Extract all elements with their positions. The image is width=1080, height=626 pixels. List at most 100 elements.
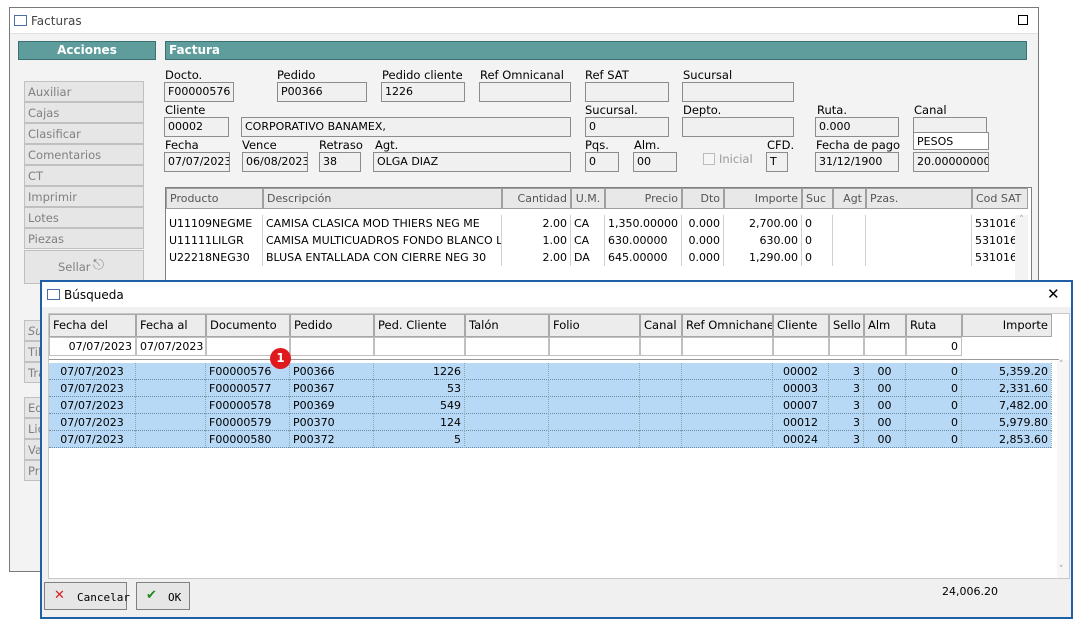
col-alm[interactable]: Alm — [864, 314, 906, 337]
cell-suc: 0 — [802, 249, 833, 266]
ruta-field[interactable]: 0.000 — [815, 117, 899, 137]
filter-ruta-input[interactable]: 0 — [906, 337, 962, 356]
sucursal-field[interactable] — [682, 82, 794, 102]
ref-omnicanal-field[interactable] — [479, 82, 571, 102]
cell-importe: 7,482.00 — [962, 397, 1052, 414]
tipo-cambio-field[interactable]: 20.00000000 — [913, 152, 989, 172]
scroll-up-icon[interactable]: ˄ — [1059, 360, 1064, 370]
filter-canal-input[interactable] — [640, 337, 682, 356]
depto-field[interactable] — [682, 117, 794, 137]
cell-fecha-del: 07/07/2023 — [49, 380, 136, 397]
scroll-down-icon[interactable]: ˅ — [1059, 565, 1064, 575]
pqs-field[interactable]: 0 — [585, 152, 619, 172]
col-fecha-al[interactable]: Fecha al — [136, 314, 206, 337]
busqueda-title: Búsqueda — [64, 288, 124, 302]
busqueda-scrollbar[interactable]: ˄ ˅ — [1057, 360, 1069, 578]
col-pzas[interactable]: Pzas. — [866, 188, 972, 209]
sidebar-item-auxiliar[interactable]: Auxiliar — [24, 81, 144, 102]
col-ref-omnichanel[interactable]: Ref Omnichanel — [682, 314, 773, 337]
cell-pedido: P00370 — [290, 414, 374, 431]
col-cantidad[interactable]: Cantidad — [502, 188, 571, 209]
label-docto: Docto. — [165, 68, 203, 82]
label-sucursal2: Sucursal. — [585, 103, 638, 117]
cell-importe: 5,359.20 — [962, 363, 1052, 380]
sellar-button[interactable]: Sellar ⎋ — [24, 250, 144, 284]
filter-cliente-input[interactable] — [773, 337, 829, 356]
sidebar-item-ct[interactable]: CT — [24, 165, 144, 186]
retraso-field[interactable]: 38 — [319, 152, 361, 172]
maximize-icon[interactable] — [1018, 15, 1028, 25]
inicial-checkbox[interactable] — [703, 153, 715, 165]
items-scrollbar[interactable]: ˄ — [1015, 215, 1028, 281]
fecha-field[interactable]: 07/07/2023 — [164, 152, 230, 172]
pedido-cliente-field[interactable]: 1226 — [381, 82, 465, 102]
filter-fecha-del-input[interactable]: 07/07/2023 — [49, 337, 136, 356]
filter-talon-input[interactable] — [465, 337, 549, 356]
sidebar-item-cajas[interactable]: Cajas — [24, 102, 144, 123]
cfd-field[interactable]: T — [766, 152, 788, 172]
col-canal[interactable]: Canal — [640, 314, 682, 337]
list-item[interactable]: 07/07/2023 F00000580 P00372 5 00024 3 00 0 2,853… — [49, 431, 1052, 448]
vence-field[interactable]: 06/08/2023 — [242, 152, 308, 172]
sidebar-item-lotes[interactable]: Lotes — [24, 207, 144, 228]
cell-ruta: 0 — [906, 363, 962, 380]
list-item[interactable]: 07/07/2023 F00000576 P00366 1226 00002 3 00 0 5,… — [49, 363, 1052, 380]
alm-field[interactable]: 00 — [633, 152, 677, 172]
fecha-pago-field[interactable]: 31/12/1900 — [815, 152, 899, 172]
col-folio[interactable]: Folio — [549, 314, 640, 337]
col-dto[interactable]: Dto — [682, 188, 724, 209]
col-importe[interactable]: Importe — [962, 314, 1052, 337]
pedido-field[interactable]: P00366 — [277, 82, 367, 102]
filter-alm-input[interactable] — [864, 337, 906, 356]
list-item[interactable]: 07/07/2023 F00000577 P00367 53 00003 3 00 0 2,33… — [49, 380, 1052, 397]
table-row[interactable]: U11109NEGME CAMISA CLASICA MOD THIERS NEG… — [166, 215, 1028, 232]
cancel-button[interactable]: ✕ Cancelar — [44, 582, 130, 610]
agt-field[interactable]: OLGA DIAZ — [373, 152, 571, 172]
filter-fecha-al-input[interactable]: 07/07/2023 — [136, 337, 206, 356]
sidebar-item-comentarios[interactable]: Comentarios — [24, 144, 144, 165]
filter-ref-omnichanel-input[interactable] — [682, 337, 773, 356]
col-documento[interactable]: Documento — [206, 314, 290, 337]
sidebar-item-imprimir[interactable]: Imprimir — [24, 186, 144, 207]
col-importe[interactable]: Importe — [724, 188, 802, 209]
col-agt[interactable]: Agt — [833, 188, 866, 209]
close-icon[interactable]: ✕ — [1047, 285, 1060, 303]
sidebar-item-piezas[interactable]: Piezas — [24, 228, 144, 249]
cell-ruta: 0 — [906, 431, 962, 448]
cell-ref-omnichanel — [682, 431, 773, 448]
table-row[interactable]: U22218NEG30 BLUSA ENTALLADA CON CIERRE NE… — [166, 249, 1028, 266]
list-item[interactable]: 07/07/2023 F00000578 P00369 549 00007 3 00 0 7,4… — [49, 397, 1052, 414]
list-item[interactable]: 07/07/2023 F00000579 P00370 124 00012 3 00 0 5,9… — [49, 414, 1052, 431]
cliente-code-field[interactable]: 00002 — [164, 117, 229, 137]
col-cliente[interactable]: Cliente — [773, 314, 829, 337]
col-suc[interactable]: Suc — [802, 188, 833, 209]
filter-pedido-input[interactable] — [290, 337, 374, 356]
col-precio[interactable]: Precio — [605, 188, 682, 209]
col-cod-sat[interactable]: Cod SAT — [972, 188, 1028, 209]
sucursal2-field[interactable]: 0 — [585, 117, 669, 137]
sidebar-item-clasificar[interactable]: Clasificar — [24, 123, 144, 144]
col-um[interactable]: U.M. — [571, 188, 605, 209]
docto-field[interactable]: F00000576 — [164, 82, 234, 102]
filter-sello-input[interactable] — [829, 337, 864, 356]
filter-ped-cliente-input[interactable] — [374, 337, 465, 356]
col-pedido[interactable]: Pedido — [290, 314, 374, 337]
col-descripcion[interactable]: Descripción — [263, 188, 502, 209]
cell-cantidad: 2.00 — [502, 215, 571, 232]
col-ruta[interactable]: Ruta — [906, 314, 962, 337]
cliente-name-field[interactable]: CORPORATIVO BANAMEX, — [241, 117, 571, 137]
ref-sat-field[interactable] — [585, 82, 669, 102]
cell-ref-omnichanel — [682, 363, 773, 380]
canal-dropdown[interactable]: PESOS — [913, 132, 989, 150]
col-fecha-del[interactable]: Fecha del — [49, 314, 136, 337]
table-row[interactable]: U11111LILGR CAMISA MULTICUADROS FONDO BLA… — [166, 232, 1028, 249]
cell-descripcion: BLUSA ENTALLADA CON CIERRE NEG 30 — [263, 249, 502, 266]
filter-folio-input[interactable] — [549, 337, 640, 356]
cell-agt — [833, 249, 866, 266]
ok-button[interactable]: ✔ OK — [136, 582, 190, 610]
col-ped-cliente[interactable]: Ped. Cliente — [374, 314, 465, 337]
cell-cantidad: 2.00 — [502, 249, 571, 266]
col-producto[interactable]: Producto — [166, 188, 263, 209]
col-sello[interactable]: Sello — [829, 314, 864, 337]
col-talon[interactable]: Talón — [465, 314, 549, 337]
